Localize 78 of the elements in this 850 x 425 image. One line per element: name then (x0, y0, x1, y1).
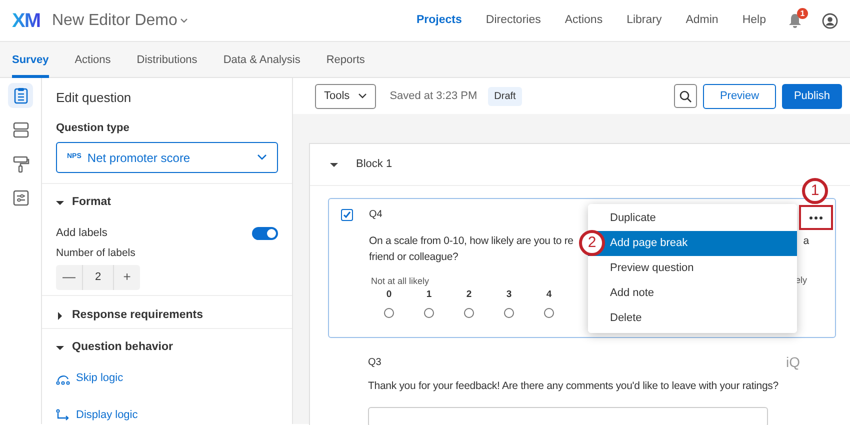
blocks-icon (12, 120, 30, 138)
decrement-button[interactable]: — (56, 264, 82, 290)
project-title[interactable]: New Editor Demo (52, 8, 192, 32)
question-type-value: Net promoter score (87, 150, 192, 166)
settings-icon (12, 188, 30, 206)
tab[interactable]: Survey (12, 42, 49, 78)
more-options-button[interactable] (799, 205, 833, 230)
comment-field[interactable] (368, 406, 768, 425)
search-icon (679, 90, 692, 102)
question-text: friend or colleague? (369, 250, 458, 265)
step-callout: 1 (802, 178, 828, 204)
scale-number: 1 (426, 289, 432, 300)
tab[interactable]: Actions (74, 42, 111, 78)
menu-item[interactable]: Delete (588, 306, 797, 331)
question-number: Q4 (369, 208, 382, 222)
search-button[interactable] (674, 84, 697, 108)
draft-badge: Draft (488, 86, 522, 106)
section-toggle[interactable]: Response requirements (56, 307, 204, 324)
survey-icon (12, 86, 30, 104)
section-toggle[interactable]: Question behavior (56, 339, 173, 356)
nav-link[interactable]: Projects (416, 12, 462, 30)
nav-link[interactable]: Directories (486, 12, 541, 30)
tab[interactable]: Data & Analysis (223, 42, 300, 78)
scale-label: Not at all likely (371, 276, 430, 286)
chevron-down-icon (257, 154, 267, 161)
chevron-down-icon (358, 93, 367, 99)
question-text: Thank you for your feedback! Are there any comments you'd like to leave with your ratings? (368, 379, 778, 394)
bell-icon[interactable] (788, 13, 802, 28)
scale-number: 2 (466, 289, 472, 300)
question-text: a (803, 234, 809, 249)
checkbox[interactable] (341, 208, 353, 220)
question-type-label: Question type (56, 120, 130, 136)
add-labels-label: Add labels (56, 226, 108, 242)
block-title: Block 1 (356, 157, 392, 172)
display-logic-icon (56, 409, 70, 421)
nav-link[interactable]: Actions (564, 12, 603, 30)
menu-item[interactable]: Preview question (588, 256, 797, 281)
notification-count: 1 (797, 8, 808, 19)
display-logic-link[interactable]: Display logic (76, 406, 138, 424)
skip-logic-link[interactable]: Skip logic (76, 370, 124, 387)
user-avatar-icon[interactable] (822, 12, 838, 28)
saved-status: Saved at 3:23 PM (390, 88, 478, 104)
toggle-switch[interactable] (252, 227, 278, 240)
skip-logic-icon (56, 372, 70, 384)
question-text: On a scale from 0-10, how likely are you to re (369, 234, 574, 249)
caret-down-icon (56, 344, 64, 352)
nav-link[interactable]: Library (626, 12, 662, 30)
tab[interactable]: Reports (326, 42, 365, 78)
paint-roller-icon (12, 154, 30, 172)
caret-right-icon (56, 312, 64, 320)
radio-button[interactable] (544, 308, 554, 318)
section-toggle[interactable]: Format (56, 194, 111, 212)
tools-button[interactable]: Tools (315, 84, 376, 108)
preview-button[interactable]: Preview (703, 84, 776, 108)
iq-label: iQ (786, 353, 800, 372)
radio-button[interactable] (464, 308, 474, 318)
nav-link[interactable]: Admin (686, 12, 718, 30)
question-number: Q3 (368, 356, 382, 370)
publish-button[interactable]: Publish (782, 84, 842, 108)
step-callout: 2 (579, 230, 605, 256)
menu-item[interactable]: Duplicate (588, 206, 797, 231)
number-of-labels-label: Number of labels (56, 246, 136, 261)
caret-down-icon[interactable] (330, 160, 338, 168)
increment-button[interactable]: + (114, 264, 140, 290)
ellipsis-icon (809, 216, 823, 220)
scale-number: 3 (506, 289, 512, 300)
scale-number: 4 (546, 289, 552, 300)
radio-button[interactable] (384, 308, 394, 318)
survey-button[interactable] (8, 83, 33, 108)
scale-number: 0 (386, 289, 392, 300)
stepper-value: 2 (82, 264, 114, 290)
tab[interactable]: Distributions (136, 42, 198, 78)
panel-title: Edit question (56, 89, 132, 107)
nav-link[interactable]: Help (742, 12, 766, 30)
radio-button[interactable] (424, 308, 434, 318)
radio-button[interactable] (504, 308, 514, 318)
menu-item[interactable]: Add note (588, 281, 797, 306)
caret-down-icon (56, 198, 64, 207)
